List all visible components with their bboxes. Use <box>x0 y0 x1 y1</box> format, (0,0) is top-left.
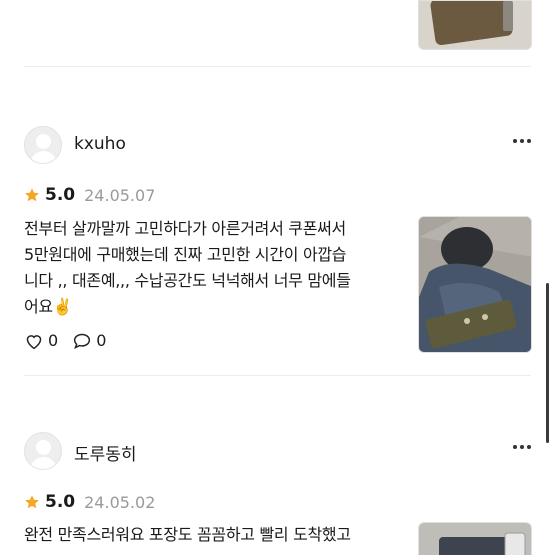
review-text: 완전 만족스러워요 포장도 꼼꼼하고 빨리 도착했고 <box>24 522 394 548</box>
avatar[interactable] <box>24 126 62 164</box>
rating-score: 5.0 <box>45 492 76 512</box>
review-username[interactable]: kxuho <box>74 134 126 154</box>
comment-count: 0 <box>96 331 107 350</box>
avatar[interactable] <box>24 432 62 470</box>
review-photo[interactable] <box>418 216 532 353</box>
previous-review-photo[interactable] <box>418 0 532 50</box>
divider <box>24 375 531 376</box>
review-photo[interactable] <box>418 522 532 555</box>
review-date: 24.05.02 <box>84 492 156 512</box>
review-actions: 0 0 <box>24 331 120 350</box>
scrollbar[interactable] <box>546 283 549 443</box>
review-text: 전부터 살까말까 고민하다가 아른거려서 쿠폰써서 5만원대에 구매했는데 진짜… <box>24 216 394 320</box>
like-button[interactable]: 0 <box>24 331 58 350</box>
review-date: 24.05.07 <box>84 185 156 205</box>
rating-row: 5.0 24.05.07 <box>24 185 155 205</box>
star-icon <box>25 495 39 509</box>
review-text-line: 어요✌️ <box>24 297 73 316</box>
divider <box>24 66 531 67</box>
review-text-line: 전부터 살까말까 고민하다가 아른거려서 쿠폰써서 <box>24 219 346 238</box>
review-username[interactable]: 도루동히 <box>74 440 137 465</box>
more-options-button[interactable] <box>509 134 535 148</box>
more-options-button[interactable] <box>509 440 535 454</box>
like-count: 0 <box>48 331 59 350</box>
review-text-line: 니다 ,, 대존예,,, 수납공간도 넉넉해서 너무 맘에들 <box>24 271 351 290</box>
comment-button[interactable]: 0 <box>72 331 106 350</box>
review-text-line: 완전 만족스러워요 포장도 꼼꼼하고 빨리 도착했고 <box>24 525 351 544</box>
rating-score: 5.0 <box>45 185 76 205</box>
rating-row: 5.0 24.05.02 <box>24 492 155 512</box>
heart-icon <box>26 334 42 349</box>
review-text-line: 5만원대에 구매했는데 진짜 고민한 시간이 아깝습 <box>24 245 347 264</box>
star-icon <box>25 188 39 202</box>
comment-bubble-icon <box>74 333 91 349</box>
